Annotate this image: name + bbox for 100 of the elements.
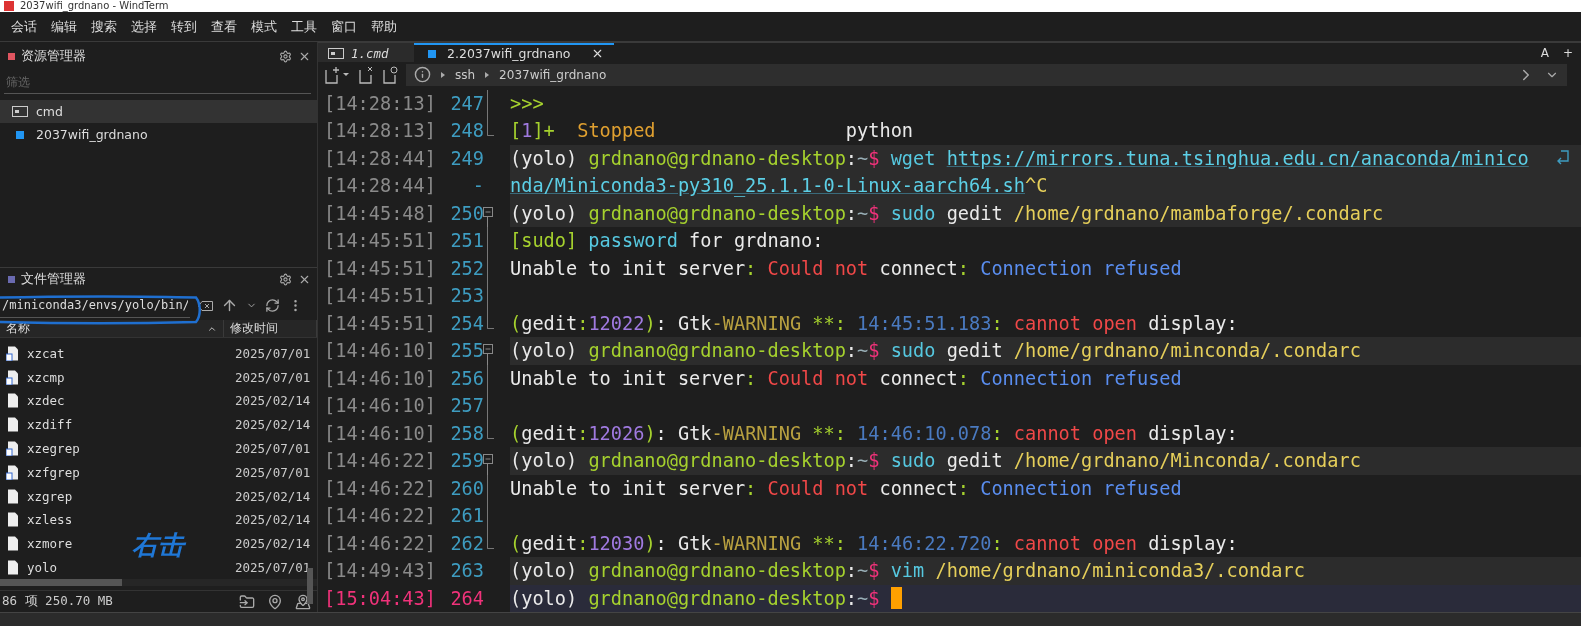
menu-item[interactable]: 工具 xyxy=(290,15,318,38)
terminal-line: (gedit:12026): Gtk-WARNING **: 14:46:10.078: cannot open display: xyxy=(510,421,1239,446)
fold-collapse-icon[interactable] xyxy=(483,344,493,365)
timestamp: [14:45:51] xyxy=(323,257,437,279)
line-number: 256 xyxy=(449,367,484,389)
timestamp: [14:46:10] xyxy=(323,340,437,362)
fold-collapse-icon[interactable] xyxy=(483,454,493,475)
timestamp: [14:46:10] xyxy=(323,422,437,444)
clear-icon[interactable] xyxy=(198,300,213,311)
line-number: 250 xyxy=(449,202,484,224)
window-title: 2037wifi_grdnano - WindTerm xyxy=(20,0,169,12)
menu-item[interactable]: 帮助 xyxy=(370,15,398,38)
settings-icon[interactable] xyxy=(279,273,292,287)
file-date: 2025/02/14 xyxy=(235,417,312,433)
file-name[interactable]: xzegrep xyxy=(27,441,80,456)
timestamp: [14:46:10] xyxy=(323,367,437,389)
folder-icon[interactable] xyxy=(239,593,255,610)
close-session-icon[interactable] xyxy=(358,65,374,84)
menu-item[interactable]: 窗口 xyxy=(330,15,358,38)
timestamp: [14:28:44] xyxy=(323,147,437,169)
breadcrumb-item[interactable]: 2037wifi_grdnano xyxy=(499,67,607,82)
menu-item[interactable]: 编辑 xyxy=(50,15,78,38)
file-icon xyxy=(6,488,19,504)
terminal-line: [1]+ Stopped python xyxy=(510,119,915,144)
file-name[interactable]: xzdiff xyxy=(27,417,73,433)
app-icon xyxy=(4,1,14,11)
session-item[interactable]: cmd xyxy=(0,100,317,123)
file-date: 2025/07/01 xyxy=(235,464,312,480)
file-date: 2025/07/01 xyxy=(235,369,312,385)
tab[interactable]: 2.2037wifi_grdnano xyxy=(414,43,614,63)
settings-icon[interactable] xyxy=(279,49,292,63)
line-number: 260 xyxy=(449,477,484,499)
terminal-line: (gedit:12030): Gtk-WARNING **: 14:46:22.720: cannot open display: xyxy=(510,531,1239,556)
map-pin-icon[interactable] xyxy=(267,593,283,610)
menu-item[interactable]: 会话 xyxy=(10,15,38,38)
timestamp: [14:46:22] xyxy=(323,477,437,499)
terminal-line: Unable to init server: Could not connect: Connection refused xyxy=(510,476,1183,501)
line-number: 254 xyxy=(449,312,484,334)
timestamp: [14:28:44] xyxy=(323,175,437,197)
session-icon xyxy=(428,49,436,58)
menu-item[interactable]: 选择 xyxy=(130,15,158,38)
timestamp: [15:04:43] xyxy=(323,587,437,609)
file-name[interactable]: xzmore xyxy=(27,536,73,552)
new-session-icon[interactable] xyxy=(324,65,350,84)
file-icon xyxy=(6,417,19,433)
line-number: 263 xyxy=(449,560,484,582)
filter-field[interactable]: 筛选 xyxy=(4,70,311,94)
line-number: 257 xyxy=(449,395,484,417)
file-name[interactable]: xzcat xyxy=(27,345,65,361)
file-name[interactable]: xzless xyxy=(27,512,73,528)
tab-bar-button[interactable]: A xyxy=(1540,45,1549,60)
line-number: 258 xyxy=(449,422,484,444)
line-number: 247 xyxy=(449,92,484,114)
timestamp: [14:46:22] xyxy=(323,532,437,554)
panel-marker-icon xyxy=(8,52,15,60)
timestamp: [14:45:51] xyxy=(323,285,437,307)
scrollbar-thumb[interactable] xyxy=(0,579,122,587)
breadcrumb-item[interactable]: ssh xyxy=(455,67,476,82)
tab-bar-button[interactable]: + xyxy=(1562,45,1573,60)
menu-item[interactable]: 搜索 xyxy=(90,15,118,38)
line-number: 248 xyxy=(449,120,484,142)
handwritten-note: 右击 xyxy=(132,529,184,563)
menu-item[interactable]: 查看 xyxy=(210,15,238,38)
timestamp: [14:46:10] xyxy=(323,395,437,417)
line-number: 262 xyxy=(449,532,484,554)
timestamp: [14:46:22] xyxy=(323,505,437,527)
scrollbar-thumb[interactable] xyxy=(307,568,313,605)
column-header[interactable]: 修改时间 xyxy=(224,319,317,338)
line-number: 251 xyxy=(449,230,484,252)
file-date: 2025/02/14 xyxy=(235,488,312,504)
path-field[interactable]: /miniconda3/envs/yolo/bin/ xyxy=(0,293,190,318)
tab[interactable]: 1.cmd xyxy=(318,43,414,63)
refresh-icon[interactable] xyxy=(265,298,280,314)
session-item[interactable]: 2037wifi_grdnano xyxy=(0,123,317,146)
panel-marker-icon xyxy=(8,276,15,284)
file-name[interactable]: xzcmp xyxy=(27,369,65,385)
timestamp: [14:45:48] xyxy=(323,202,437,224)
menu-item[interactable]: 模式 xyxy=(250,15,278,38)
menu-item[interactable]: 转到 xyxy=(170,15,198,38)
terminal-line: (gedit:12022): Gtk-WARNING **: 14:45:51.183: cannot open display: xyxy=(510,311,1239,336)
file-name[interactable]: xzdec xyxy=(27,393,65,409)
line-number: - xyxy=(471,175,484,197)
timestamp: [14:45:51] xyxy=(323,312,437,334)
session-settings-icon[interactable] xyxy=(382,65,398,84)
map-pin-icon[interactable] xyxy=(295,593,311,610)
breadcrumb-arrow-icon xyxy=(485,71,490,78)
terminal-line: >>> xyxy=(510,91,545,116)
breadcrumb-arrow-icon xyxy=(441,71,445,78)
line-number: 252 xyxy=(449,257,484,279)
panel-title: 资源管理器 xyxy=(21,47,87,65)
column-header[interactable]: 名称 xyxy=(0,319,224,338)
info-icon[interactable] xyxy=(414,66,431,84)
file-name[interactable]: xzfgrep xyxy=(27,464,80,480)
file-date: 2025/02/14 xyxy=(235,393,312,409)
file-name[interactable]: xzgrep xyxy=(27,488,73,504)
file-shortcut-icon xyxy=(6,369,19,385)
line-number: 259 xyxy=(449,450,484,472)
fold-collapse-icon[interactable] xyxy=(483,206,493,228)
terminal-line: Unable to init server: Could not connect: Connection refused xyxy=(510,256,1183,281)
file-name[interactable]: yolo xyxy=(27,560,58,575)
